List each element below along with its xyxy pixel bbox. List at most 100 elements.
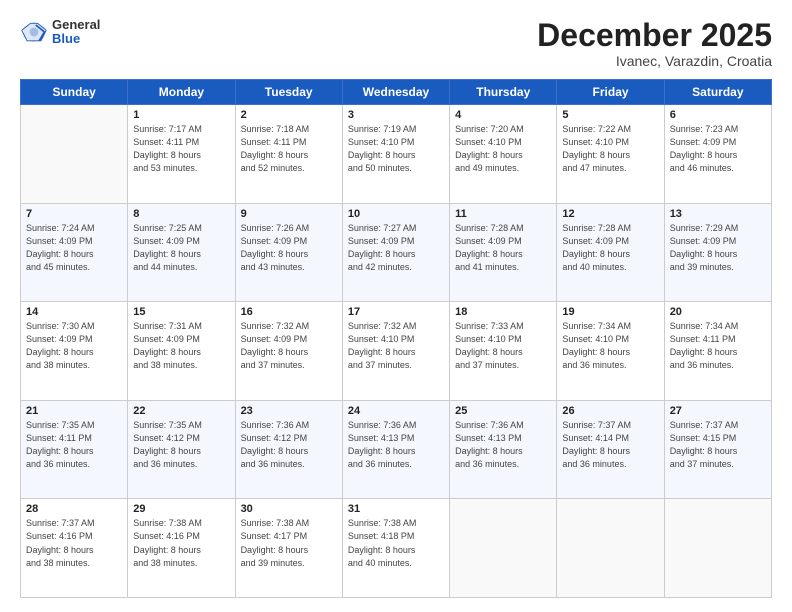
calendar-header-row: SundayMondayTuesdayWednesdayThursdayFrid… bbox=[21, 80, 772, 105]
calendar-title: December 2025 bbox=[537, 18, 772, 53]
calendar-cell: 14 Sunrise: 7:30 AM Sunset: 4:09 PM Dayli… bbox=[21, 302, 128, 401]
day-number: 17 bbox=[348, 306, 444, 318]
day-info: Sunrise: 7:26 AM Sunset: 4:09 PM Dayligh… bbox=[241, 222, 337, 274]
day-info: Sunrise: 7:34 AM Sunset: 4:11 PM Dayligh… bbox=[670, 320, 766, 372]
day-header-sunday: Sunday bbox=[21, 80, 128, 105]
day-header-wednesday: Wednesday bbox=[342, 80, 449, 105]
day-number: 6 bbox=[670, 109, 766, 121]
day-number: 16 bbox=[241, 306, 337, 318]
day-info: Sunrise: 7:27 AM Sunset: 4:09 PM Dayligh… bbox=[348, 222, 444, 274]
calendar-cell bbox=[450, 499, 557, 598]
day-number: 5 bbox=[562, 109, 658, 121]
day-number: 4 bbox=[455, 109, 551, 121]
day-number: 13 bbox=[670, 208, 766, 220]
day-info: Sunrise: 7:18 AM Sunset: 4:11 PM Dayligh… bbox=[241, 123, 337, 175]
day-info: Sunrise: 7:24 AM Sunset: 4:09 PM Dayligh… bbox=[26, 222, 122, 274]
calendar-week-1: 1Sunrise: 7:17 AM Sunset: 4:11 PM Daylig… bbox=[21, 105, 772, 204]
calendar-cell: 25Sunrise: 7:36 AM Sunset: 4:13 PM Dayli… bbox=[450, 400, 557, 499]
day-number: 11 bbox=[455, 208, 551, 220]
calendar-cell: 5 Sunrise: 7:22 AM Sunset: 4:10 PM Daylig… bbox=[557, 105, 664, 204]
calendar-cell: 13 Sunrise: 7:29 AM Sunset: 4:09 PM Dayli… bbox=[664, 203, 771, 302]
day-info: Sunrise: 7:34 AM Sunset: 4:10 PM Dayligh… bbox=[562, 320, 658, 372]
day-info: Sunrise: 7:33 AM Sunset: 4:10 PM Dayligh… bbox=[455, 320, 551, 372]
calendar-cell: 6 Sunrise: 7:23 AM Sunset: 4:09 PM Daylig… bbox=[664, 105, 771, 204]
calendar-cell: 9Sunrise: 7:26 AM Sunset: 4:09 PM Daylig… bbox=[235, 203, 342, 302]
day-info: Sunrise: 7:19 AM Sunset: 4:10 PM Dayligh… bbox=[348, 123, 444, 175]
day-info: Sunrise: 7:25 AM Sunset: 4:09 PM Dayligh… bbox=[133, 222, 229, 274]
calendar-cell bbox=[664, 499, 771, 598]
day-info: Sunrise: 7:23 AM Sunset: 4:09 PM Dayligh… bbox=[670, 123, 766, 175]
day-header-tuesday: Tuesday bbox=[235, 80, 342, 105]
calendar-week-4: 21 Sunrise: 7:35 AM Sunset: 4:11 PM Dayli… bbox=[21, 400, 772, 499]
day-info: Sunrise: 7:35 AM Sunset: 4:11 PM Dayligh… bbox=[26, 419, 122, 471]
logo-general: General bbox=[52, 18, 100, 32]
calendar-cell: 30Sunrise: 7:38 AM Sunset: 4:17 PM Dayli… bbox=[235, 499, 342, 598]
calendar-cell: 20 Sunrise: 7:34 AM Sunset: 4:11 PM Dayli… bbox=[664, 302, 771, 401]
logo: General Blue bbox=[20, 18, 100, 47]
day-info: Sunrise: 7:28 AM Sunset: 4:09 PM Dayligh… bbox=[562, 222, 658, 274]
calendar-week-5: 28Sunrise: 7:37 AM Sunset: 4:16 PM Dayli… bbox=[21, 499, 772, 598]
day-info: Sunrise: 7:30 AM Sunset: 4:09 PM Dayligh… bbox=[26, 320, 122, 372]
day-number: 14 bbox=[26, 306, 122, 318]
calendar-cell: 22Sunrise: 7:35 AM Sunset: 4:12 PM Dayli… bbox=[128, 400, 235, 499]
day-number: 23 bbox=[241, 405, 337, 417]
calendar-cell: 31Sunrise: 7:38 AM Sunset: 4:18 PM Dayli… bbox=[342, 499, 449, 598]
calendar-cell: 23 Sunrise: 7:36 AM Sunset: 4:12 PM Dayli… bbox=[235, 400, 342, 499]
day-number: 30 bbox=[241, 503, 337, 515]
day-number: 12 bbox=[562, 208, 658, 220]
calendar-cell: 16 Sunrise: 7:32 AM Sunset: 4:09 PM Dayli… bbox=[235, 302, 342, 401]
day-number: 21 bbox=[26, 405, 122, 417]
day-info: Sunrise: 7:36 AM Sunset: 4:13 PM Dayligh… bbox=[348, 419, 444, 471]
calendar-cell: 17 Sunrise: 7:32 AM Sunset: 4:10 PM Dayli… bbox=[342, 302, 449, 401]
day-number: 24 bbox=[348, 405, 444, 417]
day-info: Sunrise: 7:17 AM Sunset: 4:11 PM Dayligh… bbox=[133, 123, 229, 175]
day-info: Sunrise: 7:32 AM Sunset: 4:10 PM Dayligh… bbox=[348, 320, 444, 372]
day-info: Sunrise: 7:28 AM Sunset: 4:09 PM Dayligh… bbox=[455, 222, 551, 274]
day-info: Sunrise: 7:29 AM Sunset: 4:09 PM Dayligh… bbox=[670, 222, 766, 274]
day-number: 19 bbox=[562, 306, 658, 318]
calendar-cell: 24 Sunrise: 7:36 AM Sunset: 4:13 PM Dayli… bbox=[342, 400, 449, 499]
calendar-cell: 12 Sunrise: 7:28 AM Sunset: 4:09 PM Dayli… bbox=[557, 203, 664, 302]
day-header-thursday: Thursday bbox=[450, 80, 557, 105]
calendar-cell: 10 Sunrise: 7:27 AM Sunset: 4:09 PM Dayli… bbox=[342, 203, 449, 302]
day-info: Sunrise: 7:20 AM Sunset: 4:10 PM Dayligh… bbox=[455, 123, 551, 175]
day-number: 2 bbox=[241, 109, 337, 121]
calendar-cell: 8Sunrise: 7:25 AM Sunset: 4:09 PM Daylig… bbox=[128, 203, 235, 302]
logo-text: General Blue bbox=[52, 18, 100, 47]
calendar-cell: 18 Sunrise: 7:33 AM Sunset: 4:10 PM Dayli… bbox=[450, 302, 557, 401]
day-number: 18 bbox=[455, 306, 551, 318]
calendar-cell: 27Sunrise: 7:37 AM Sunset: 4:15 PM Dayli… bbox=[664, 400, 771, 499]
calendar-cell: 28Sunrise: 7:37 AM Sunset: 4:16 PM Dayli… bbox=[21, 499, 128, 598]
day-number: 29 bbox=[133, 503, 229, 515]
day-info: Sunrise: 7:36 AM Sunset: 4:13 PM Dayligh… bbox=[455, 419, 551, 471]
day-header-saturday: Saturday bbox=[664, 80, 771, 105]
calendar-cell: 2 Sunrise: 7:18 AM Sunset: 4:11 PM Daylig… bbox=[235, 105, 342, 204]
calendar-cell: 19 Sunrise: 7:34 AM Sunset: 4:10 PM Dayli… bbox=[557, 302, 664, 401]
day-info: Sunrise: 7:36 AM Sunset: 4:12 PM Dayligh… bbox=[241, 419, 337, 471]
calendar-cell: 1Sunrise: 7:17 AM Sunset: 4:11 PM Daylig… bbox=[128, 105, 235, 204]
calendar-cell: 3 Sunrise: 7:19 AM Sunset: 4:10 PM Daylig… bbox=[342, 105, 449, 204]
day-number: 20 bbox=[670, 306, 766, 318]
day-number: 26 bbox=[562, 405, 658, 417]
day-info: Sunrise: 7:38 AM Sunset: 4:18 PM Dayligh… bbox=[348, 517, 444, 569]
calendar-cell: 4 Sunrise: 7:20 AM Sunset: 4:10 PM Daylig… bbox=[450, 105, 557, 204]
day-info: Sunrise: 7:38 AM Sunset: 4:16 PM Dayligh… bbox=[133, 517, 229, 569]
calendar-week-2: 7 Sunrise: 7:24 AM Sunset: 4:09 PM Daylig… bbox=[21, 203, 772, 302]
day-number: 28 bbox=[26, 503, 122, 515]
day-number: 3 bbox=[348, 109, 444, 121]
day-info: Sunrise: 7:32 AM Sunset: 4:09 PM Dayligh… bbox=[241, 320, 337, 372]
calendar-cell: 11 Sunrise: 7:28 AM Sunset: 4:09 PM Dayli… bbox=[450, 203, 557, 302]
day-info: Sunrise: 7:31 AM Sunset: 4:09 PM Dayligh… bbox=[133, 320, 229, 372]
day-info: Sunrise: 7:37 AM Sunset: 4:14 PM Dayligh… bbox=[562, 419, 658, 471]
day-info: Sunrise: 7:35 AM Sunset: 4:12 PM Dayligh… bbox=[133, 419, 229, 471]
day-number: 10 bbox=[348, 208, 444, 220]
day-number: 7 bbox=[26, 208, 122, 220]
logo-icon bbox=[20, 18, 48, 46]
calendar-cell: 21 Sunrise: 7:35 AM Sunset: 4:11 PM Dayli… bbox=[21, 400, 128, 499]
calendar-cell: 7 Sunrise: 7:24 AM Sunset: 4:09 PM Daylig… bbox=[21, 203, 128, 302]
page: General Blue December 2025 Ivanec, Varaz… bbox=[0, 0, 792, 612]
day-info: Sunrise: 7:22 AM Sunset: 4:10 PM Dayligh… bbox=[562, 123, 658, 175]
calendar-cell: 26 Sunrise: 7:37 AM Sunset: 4:14 PM Dayli… bbox=[557, 400, 664, 499]
calendar-cell bbox=[21, 105, 128, 204]
header: General Blue December 2025 Ivanec, Varaz… bbox=[20, 18, 772, 69]
